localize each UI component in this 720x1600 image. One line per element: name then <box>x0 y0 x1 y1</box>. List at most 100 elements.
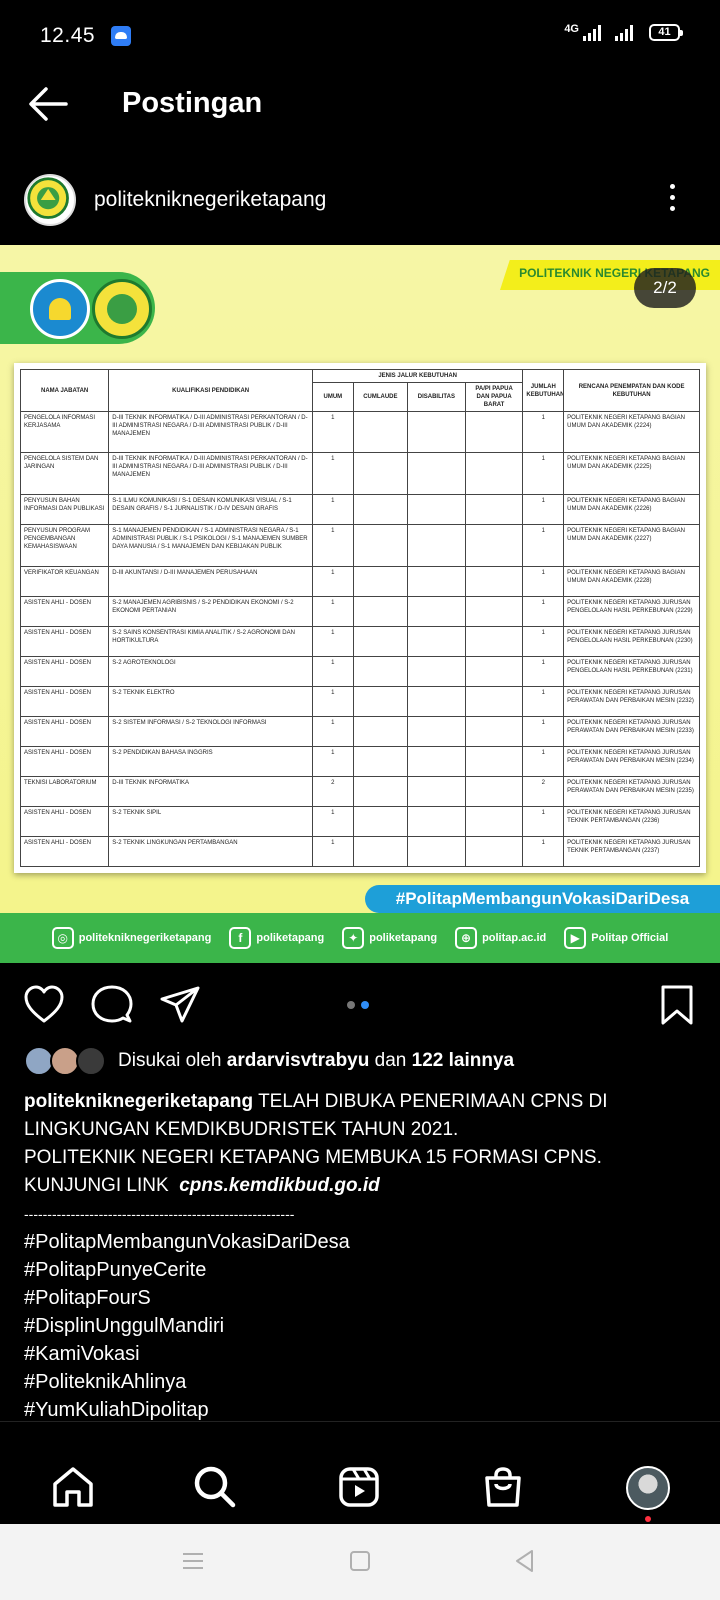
carousel-dot <box>347 1001 355 1009</box>
cell-empty <box>407 493 466 526</box>
cell-kualifikasi: S-2 SAINS KONSENTRASI KIMIA ANALITIK / S… <box>108 625 313 657</box>
cell-empty <box>407 410 466 454</box>
liker-avatar <box>76 1046 106 1076</box>
cell-jumlah: 1 <box>522 565 565 597</box>
cell-jabatan: ASISTEN AHLI - DOSEN <box>19 625 110 657</box>
search-icon[interactable] <box>192 1464 238 1510</box>
comment-bubble-icon[interactable] <box>90 983 134 1027</box>
post-caption: politekniknegeriketapang TELAH DIBUKA PE… <box>24 1088 704 1228</box>
cell-jabatan: PENYUSUN PROGRAM PENGEMBANGAN KEMAHASISW… <box>19 524 110 567</box>
caption-link[interactable]: cpns.kemdikbud.go.id <box>179 1175 380 1196</box>
home-icon[interactable] <box>50 1464 96 1510</box>
cell-empty <box>464 775 524 807</box>
cell-empty <box>407 775 466 807</box>
likes-count[interactable]: 122 lainnya <box>412 1050 514 1071</box>
cell-kualifikasi: S-1 MANAJEMEN PENDIDIKAN / S-1 ADMINISTR… <box>108 524 313 567</box>
likes-middle: dan <box>374 1050 407 1071</box>
cell-rencana: POLITEKNIK NEGERI KETAPANG JURUSAN TEKNI… <box>563 805 700 837</box>
cell-jumlah: 1 <box>522 835 565 868</box>
cell-umum: 1 <box>311 565 354 597</box>
cell-umum: 1 <box>311 715 354 747</box>
cell-kualifikasi: S-2 TEKNIK SIPIL <box>108 805 313 837</box>
cell-rencana: POLITEKNIK NEGERI KETAPANG BAGIAN UMUM D… <box>563 410 700 454</box>
carousel-page-counter: 2/2 <box>634 268 696 308</box>
table-row: PENYUSUN BAHAN INFORMASI DAN PUBLIKASI S-… <box>19 493 700 526</box>
caption-username[interactable]: politekniknegeriketapang <box>24 1091 253 1112</box>
author-avatar[interactable] <box>24 174 76 226</box>
header-jenis-jalur: JENIS JALUR KEBUTUHAN <box>311 369 524 383</box>
network-type-label: 4G <box>564 22 579 35</box>
cell-kualifikasi: S-2 PENDIDIKAN BAHASA INGGRIS <box>108 745 313 777</box>
hashtag-link[interactable]: #PolitapFourS <box>24 1284 704 1312</box>
cell-empty <box>464 595 524 627</box>
home-button-icon[interactable] <box>347 1548 373 1574</box>
cell-rencana: POLITEKNIK NEGERI KETAPANG JURUSAN TEKNI… <box>563 835 700 868</box>
hashtag-link[interactable]: #DisplinUnggulMandiri <box>24 1312 704 1340</box>
hashtag-link[interactable]: #PolitapMembangunVokasiDariDesa <box>24 1228 704 1256</box>
cell-umum: 1 <box>311 524 354 567</box>
hashtag-banner: #PolitapMembangunVokasiDariDesa <box>365 885 720 913</box>
post-author-row: politekniknegeriketapang <box>0 170 720 230</box>
hashtag-link[interactable]: #KamiVokasi <box>24 1340 704 1368</box>
profile-avatar[interactable] <box>626 1466 670 1510</box>
reels-icon[interactable] <box>336 1464 382 1510</box>
cell-jabatan: PENGELOLA INFORMASI KERJASAMA <box>19 410 110 454</box>
header-umum: UMUM <box>311 382 354 412</box>
cell-jabatan: TEKNISI LABORATORIUM <box>19 775 110 807</box>
header-jumlah: JUMLAH KEBUTUHAN <box>522 369 565 412</box>
recent-apps-icon[interactable] <box>180 1548 206 1574</box>
cell-empty <box>352 493 409 526</box>
cell-umum: 1 <box>311 625 354 657</box>
politap-logo-icon <box>27 177 69 219</box>
table-row: PENYUSUN PROGRAM PENGEMBANGAN KEMAHASISW… <box>19 524 700 567</box>
cell-empty <box>464 805 524 837</box>
cell-kualifikasi: S-2 TEKNIK ELEKTRO <box>108 685 313 717</box>
cell-rencana: POLITEKNIK NEGERI KETAPANG BAGIAN UMUM D… <box>563 565 700 597</box>
table-row: ASISTEN AHLI - DOSEN S-2 SISTEM INFORMASI… <box>19 715 700 747</box>
back-arrow-icon[interactable] <box>26 84 70 124</box>
cell-umum: 1 <box>311 452 354 495</box>
author-username[interactable]: politekniknegeriketapang <box>94 188 326 212</box>
cell-kualifikasi: D-III AKUNTANSI / D-III MANAJEMEN PERUSA… <box>108 565 313 597</box>
likes-text: Disukai oleh ardarvisvtrabyu dan 122 lai… <box>118 1050 514 1072</box>
cell-jumlah: 1 <box>522 805 565 837</box>
cell-jabatan: ASISTEN AHLI - DOSEN <box>19 745 110 777</box>
cell-umum: 1 <box>311 410 354 454</box>
youtube-icon: ▶ <box>564 927 587 949</box>
cell-empty <box>464 410 524 454</box>
back-button-icon[interactable] <box>512 1548 538 1574</box>
hashtag-link[interactable]: #PolitapPunyeCerite <box>24 1256 704 1284</box>
cell-empty <box>352 410 409 454</box>
like-heart-icon[interactable] <box>22 983 66 1027</box>
likes-user[interactable]: ardarvisvtrabyu <box>227 1050 370 1071</box>
post-image[interactable]: POLITEKNIK NEGERI KETAPANG 2/2 NAMA JABA… <box>0 245 720 963</box>
shop-bag-icon[interactable] <box>480 1464 526 1510</box>
more-options-icon[interactable] <box>670 184 676 214</box>
app-header: Postingan <box>0 72 720 142</box>
cell-empty <box>407 625 466 657</box>
twitter-icon: ✦ <box>342 927 365 949</box>
cell-jumlah: 1 <box>522 625 565 657</box>
likes-row[interactable]: Disukai oleh ardarvisvtrabyu dan 122 lai… <box>24 1044 704 1080</box>
cell-umum: 1 <box>311 805 354 837</box>
cell-umum: 2 <box>311 775 354 807</box>
hashtag-link[interactable]: #YumKuliahDipolitap <box>24 1396 704 1424</box>
signal-icon-2 <box>615 24 633 41</box>
carousel-dot-active <box>361 1001 369 1009</box>
cell-jabatan: ASISTEN AHLI - DOSEN <box>19 595 110 627</box>
cell-empty <box>407 715 466 747</box>
cell-umum: 1 <box>311 745 354 777</box>
cell-empty <box>352 715 409 747</box>
social-link-label: Politap Official <box>591 932 669 944</box>
cell-kualifikasi: D-III TEKNIK INFORMATIKA <box>108 775 313 807</box>
hashtag-link[interactable]: #PoliteknikAhlinya <box>24 1368 704 1396</box>
share-send-icon[interactable] <box>158 983 202 1027</box>
cell-empty <box>407 685 466 717</box>
cell-empty <box>407 655 466 687</box>
cell-rencana: POLITEKNIK NEGERI KETAPANG BAGIAN UMUM D… <box>563 524 700 567</box>
cell-jumlah: 1 <box>522 595 565 627</box>
caption-line-3: POLITEKNIK NEGERI KETAPANG MEMBUKA 15 FO… <box>24 1147 602 1168</box>
globe-icon: ⊕ <box>455 927 478 949</box>
formasi-table-card: NAMA JABATAN KUALIFIKASI PENDIDIKAN JENI… <box>14 363 706 873</box>
save-bookmark-icon[interactable] <box>655 983 699 1027</box>
